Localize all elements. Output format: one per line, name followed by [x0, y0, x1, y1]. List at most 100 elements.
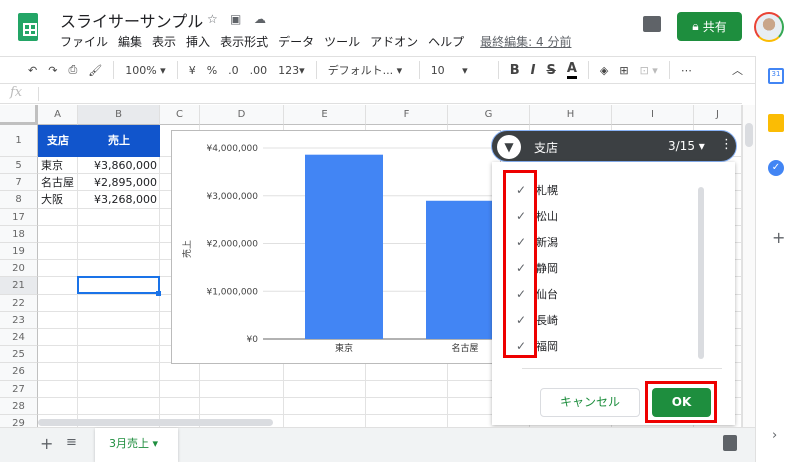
cloud-status-icon[interactable]: ☁ — [254, 12, 266, 26]
menu-format[interactable]: 表示形式 — [220, 33, 268, 50]
row-header-21[interactable]: 21 — [0, 277, 38, 295]
column-header-I[interactable]: I — [612, 105, 694, 125]
column-header-D[interactable]: D — [200, 105, 284, 125]
menu-insert[interactable]: 挿入 — [186, 33, 210, 50]
row-header-20[interactable]: 20 — [0, 260, 38, 278]
selected-cell-b21[interactable] — [77, 276, 160, 294]
horizontal-scrollbar[interactable] — [38, 419, 273, 426]
keep-icon[interactable] — [768, 114, 784, 132]
bar-chart[interactable]: ¥0 ¥1,000,000 ¥2,000,000 ¥3,000,000 ¥4,000,0… — [171, 130, 501, 364]
bar-名古屋[interactable] — [426, 200, 501, 339]
move-folder-icon[interactable]: ▣ — [230, 12, 241, 26]
font-size-select[interactable]: 10 ▾ — [431, 64, 487, 77]
column-header-A[interactable]: A — [38, 105, 78, 125]
tasks-icon[interactable]: ✓ — [768, 160, 784, 176]
share-button[interactable]: 🔒︎ 共有 — [677, 12, 742, 41]
row-header-23[interactable]: 23 — [0, 311, 38, 329]
zoom-select[interactable]: 100% ▾ — [125, 64, 165, 77]
slicer-filter-dropdown: ✓ 札幌 ✓ 松山 ✓ 新潟 ✓ 静岡 ✓ 仙台 ✓ 長崎 ✓ 福岡 キャンセル OK — [492, 162, 735, 425]
row-header-26[interactable]: 26 — [0, 363, 38, 381]
borders-icon[interactable]: ⊞ — [619, 64, 628, 77]
row-header-17[interactable]: 17 — [0, 208, 38, 226]
row-header-25[interactable]: 25 — [0, 346, 38, 364]
column-header-B[interactable]: B — [78, 105, 160, 125]
cell-branch[interactable]: 大阪 — [41, 191, 63, 208]
sheet-tab[interactable]: 3月売上 ▾ — [95, 428, 178, 462]
merge-cells-icon[interactable]: ⊡ ▾ — [640, 64, 658, 77]
redo-icon[interactable]: ↷ — [48, 64, 57, 77]
row-header-18[interactable]: 18 — [0, 225, 38, 243]
strikethrough-button[interactable]: S — [546, 63, 555, 78]
avatar[interactable] — [754, 12, 784, 42]
row-header-7[interactable]: 7 — [0, 174, 38, 192]
column-header-C[interactable]: C — [160, 105, 200, 125]
cell-branch[interactable]: 名古屋 — [41, 174, 74, 191]
text-color-button[interactable]: A — [566, 61, 577, 79]
menu-view[interactable]: 表示 — [152, 33, 176, 50]
add-sheet-icon[interactable]: + — [40, 434, 53, 453]
formula-bar[interactable]: fx — [0, 84, 742, 104]
list-scrollbar[interactable] — [698, 187, 704, 359]
add-addon-icon[interactable]: + — [772, 228, 785, 247]
bold-button[interactable]: B — [510, 63, 520, 78]
paint-format-icon[interactable]: 🖌︎ — [88, 64, 102, 77]
menu-tools[interactable]: ツール — [324, 33, 360, 50]
increase-decimal-button[interactable]: .00 — [250, 64, 268, 77]
star-icon[interactable]: ☆ — [207, 12, 218, 26]
percent-button[interactable]: % — [207, 64, 217, 77]
row-header-1[interactable]: 1 — [0, 125, 38, 157]
print-icon[interactable]: ⎙ — [68, 63, 77, 77]
row-header-29[interactable]: 29 — [0, 415, 38, 427]
lock-icon: 🔒︎ — [692, 19, 699, 33]
row-header-8[interactable]: 8 — [0, 191, 38, 209]
menu-edit[interactable]: 編集 — [118, 33, 142, 50]
fill-handle[interactable] — [156, 291, 161, 296]
decrease-decimal-button[interactable]: .0 — [228, 64, 239, 77]
bar-東京[interactable] — [305, 154, 383, 339]
row-header-24[interactable]: 24 — [0, 329, 38, 347]
italic-button[interactable]: I — [531, 63, 536, 78]
last-edit-link[interactable]: 最終編集: 4 分前 — [480, 33, 571, 50]
more-button[interactable]: ⋯ — [681, 64, 692, 77]
vertical-scrollbar[interactable] — [742, 105, 755, 427]
header-cell-branch[interactable]: 支店 — [38, 132, 78, 149]
menu-addons[interactable]: アドオン — [370, 33, 418, 50]
column-header-G[interactable]: G — [448, 105, 530, 125]
slicer-header[interactable]: ▼ 支店 3/15 ▾ ⋮ — [491, 130, 737, 162]
collapse-toolbar-icon[interactable]: ︿ — [732, 62, 743, 78]
x-tick-label: 東京 — [335, 342, 353, 354]
all-sheets-icon[interactable]: ≡ — [66, 435, 77, 450]
select-all-corner[interactable] — [0, 105, 38, 125]
column-header-H[interactable]: H — [530, 105, 612, 125]
row-header-27[interactable]: 27 — [0, 380, 38, 398]
sheets-logo[interactable] — [18, 13, 38, 41]
more-formats-button[interactable]: 123▾ — [278, 64, 305, 77]
cell-branch[interactable]: 東京 — [41, 157, 63, 174]
row-header-28[interactable]: 28 — [0, 397, 38, 415]
column-header-F[interactable]: F — [366, 105, 448, 125]
menu-file[interactable]: ファイル — [60, 33, 108, 50]
fill-color-icon[interactable]: ◈ — [600, 64, 608, 77]
menu-help[interactable]: ヘルプ — [428, 33, 464, 50]
cancel-button[interactable]: キャンセル — [540, 388, 640, 417]
undo-icon[interactable]: ↶ — [28, 64, 37, 77]
explore-icon[interactable] — [723, 435, 737, 451]
menu-data[interactable]: データ — [278, 33, 314, 50]
column-header-E[interactable]: E — [284, 105, 366, 125]
font-select[interactable]: デフォルト... ▾ — [328, 62, 408, 78]
currency-button[interactable]: ¥ — [189, 64, 196, 77]
row-header-22[interactable]: 22 — [0, 294, 38, 312]
header-cell-sales[interactable]: 売上 — [78, 132, 160, 149]
expand-panel-icon[interactable]: › — [772, 428, 777, 443]
document-title[interactable]: スライサーサンプル — [60, 8, 203, 32]
cell-sales[interactable]: ¥3,268,000 — [78, 191, 157, 208]
row-header-5[interactable]: 5 — [0, 157, 38, 175]
comment-icon[interactable] — [643, 16, 661, 32]
more-options-icon[interactable]: ⋮ — [720, 137, 733, 152]
column-header-J[interactable]: J — [694, 105, 742, 125]
row-header-19[interactable]: 19 — [0, 243, 38, 261]
slicer-count-dropdown[interactable]: 3/15 ▾ — [668, 139, 705, 153]
cell-sales[interactable]: ¥2,895,000 — [78, 174, 157, 191]
cell-sales[interactable]: ¥3,860,000 — [78, 157, 157, 174]
calendar-icon[interactable]: 31 — [768, 68, 784, 84]
